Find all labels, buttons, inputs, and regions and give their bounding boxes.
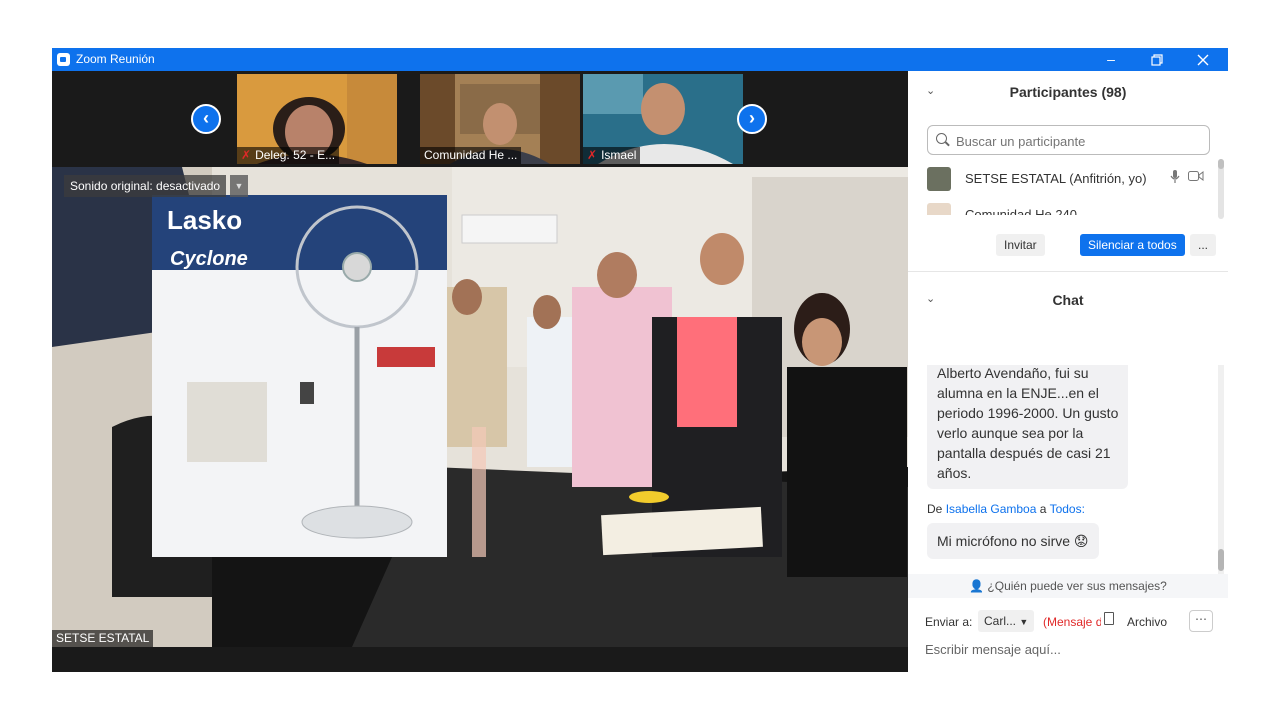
window-title: Zoom Reunión xyxy=(76,52,155,66)
file-button[interactable]: Archivo xyxy=(1127,615,1167,629)
thumbnail-name: ✗ Ismael xyxy=(583,147,641,164)
zoom-window: Zoom Reunión – ‹ ✗ Deleg. 52 - E... Comu… xyxy=(52,48,1228,672)
participant-name: SETSE ESTATAL (Anfitrión, yo) xyxy=(965,171,1147,186)
person-lock-icon: 👤 xyxy=(969,579,985,593)
restore-icon[interactable] xyxy=(1134,48,1180,71)
who-can-see-messages[interactable]: 👤 ¿Quién puede ver sus mensajes? xyxy=(908,574,1228,598)
more-options-button[interactable]: ... xyxy=(1189,234,1216,256)
send-to-label: Enviar a: xyxy=(925,615,973,629)
chat-message-sender: De Isabella Gamboa a Todos: xyxy=(927,502,1085,516)
chevron-left-icon: ‹ xyxy=(203,108,209,128)
speaker-video-scene: Lasko Cyclone xyxy=(52,167,908,647)
chevron-down-icon: ▼ xyxy=(1019,617,1029,627)
recipient-link[interactable]: Todos: xyxy=(1050,502,1085,516)
participant-thumbnail[interactable]: ✗ Ismael xyxy=(583,74,743,164)
close-icon[interactable] xyxy=(1180,48,1226,71)
participant-thumbnail[interactable]: Comunidad He ... xyxy=(420,74,580,164)
avatar xyxy=(927,167,951,191)
thumbnail-strip: ‹ ✗ Deleg. 52 - E... Comunidad He ... ✗ … xyxy=(52,71,908,167)
chevron-down-icon[interactable]: ▼ xyxy=(230,175,248,197)
participant-row[interactable]: Comunidad He 240 xyxy=(908,197,1218,215)
active-speaker-name: SETSE ESTATAL xyxy=(52,630,154,647)
participants-title: Participantes (98) xyxy=(1009,84,1127,100)
chat-message-bubble: Mi micrófono no sirve 😟 xyxy=(927,523,1099,559)
video-area: ‹ ✗ Deleg. 52 - E... Comunidad He ... ✗ … xyxy=(52,71,908,672)
participant-row[interactable]: SETSE ESTATAL (Anfitrión, yo) xyxy=(908,161,1218,197)
chat-scrollbar[interactable] xyxy=(1218,365,1224,574)
participant-search-input[interactable] xyxy=(954,131,1208,151)
chat-title: Chat xyxy=(1052,292,1084,308)
section-divider xyxy=(908,271,1228,272)
minimize-icon[interactable]: – xyxy=(1088,48,1134,71)
chat-header: ⌄ Chat xyxy=(908,279,1228,319)
chat-compose-input[interactable]: Escribir mensaje aquí... xyxy=(925,642,1061,657)
invite-button[interactable]: Invitar xyxy=(996,234,1045,256)
avatar xyxy=(927,203,951,215)
next-page-button[interactable]: › xyxy=(737,104,767,134)
send-to-select[interactable]: Carl... ▼ xyxy=(978,610,1035,632)
video-bottom-bar xyxy=(52,647,908,672)
zoom-logo-icon xyxy=(57,53,70,66)
active-speaker-video[interactable]: Lasko Cyclone Sonido original: desactiva… xyxy=(52,167,908,647)
participant-search[interactable] xyxy=(927,125,1210,155)
title-bar: Zoom Reunión – xyxy=(52,48,1228,71)
video-camera-icon[interactable] xyxy=(1188,170,1204,185)
participants-scrollbar[interactable] xyxy=(1218,159,1224,219)
thumbnail-name: Comunidad He ... xyxy=(420,147,522,164)
participant-thumbnail[interactable]: ✗ Deleg. 52 - E... xyxy=(237,74,397,164)
sender-name-link[interactable]: Isabella Gamboa xyxy=(946,502,1037,516)
mic-muted-icon: ✗ xyxy=(587,148,598,162)
thumbnail-name: ✗ Deleg. 52 - E... xyxy=(237,147,340,164)
participants-header: ⌄ Participantes (98) xyxy=(908,71,1228,111)
file-icon[interactable] xyxy=(1104,612,1114,625)
chat-messages: Alberto Avendaño, fui su alumna en la EN… xyxy=(908,365,1228,572)
original-sound-toggle[interactable]: Sonido original: desactivado xyxy=(64,175,227,197)
participant-name: Comunidad He 240 xyxy=(965,207,1078,215)
prev-page-button[interactable]: ‹ xyxy=(191,104,221,134)
chevron-right-icon: › xyxy=(749,108,755,128)
chat-message-bubble: Alberto Avendaño, fui su alumna en la EN… xyxy=(927,365,1129,489)
send-to-row: Enviar a: Carl... ▼ (Mensaje directo) Ar… xyxy=(908,608,1228,636)
box-model-text: Cyclone xyxy=(170,248,248,270)
box-brand-text: Lasko xyxy=(167,205,242,235)
side-panel: ⌄ Participantes (98) SETSE ESTATAL (Anfi… xyxy=(908,71,1228,672)
search-icon xyxy=(936,133,947,144)
direct-message-warning: (Mensaje directo) xyxy=(1043,615,1101,629)
mic-muted-icon: ✗ xyxy=(241,148,252,162)
mute-all-button[interactable]: Silenciar a todos xyxy=(1080,234,1185,256)
more-options-icon[interactable]: ⋯ xyxy=(1189,610,1213,632)
microphone-icon[interactable] xyxy=(1170,170,1180,187)
